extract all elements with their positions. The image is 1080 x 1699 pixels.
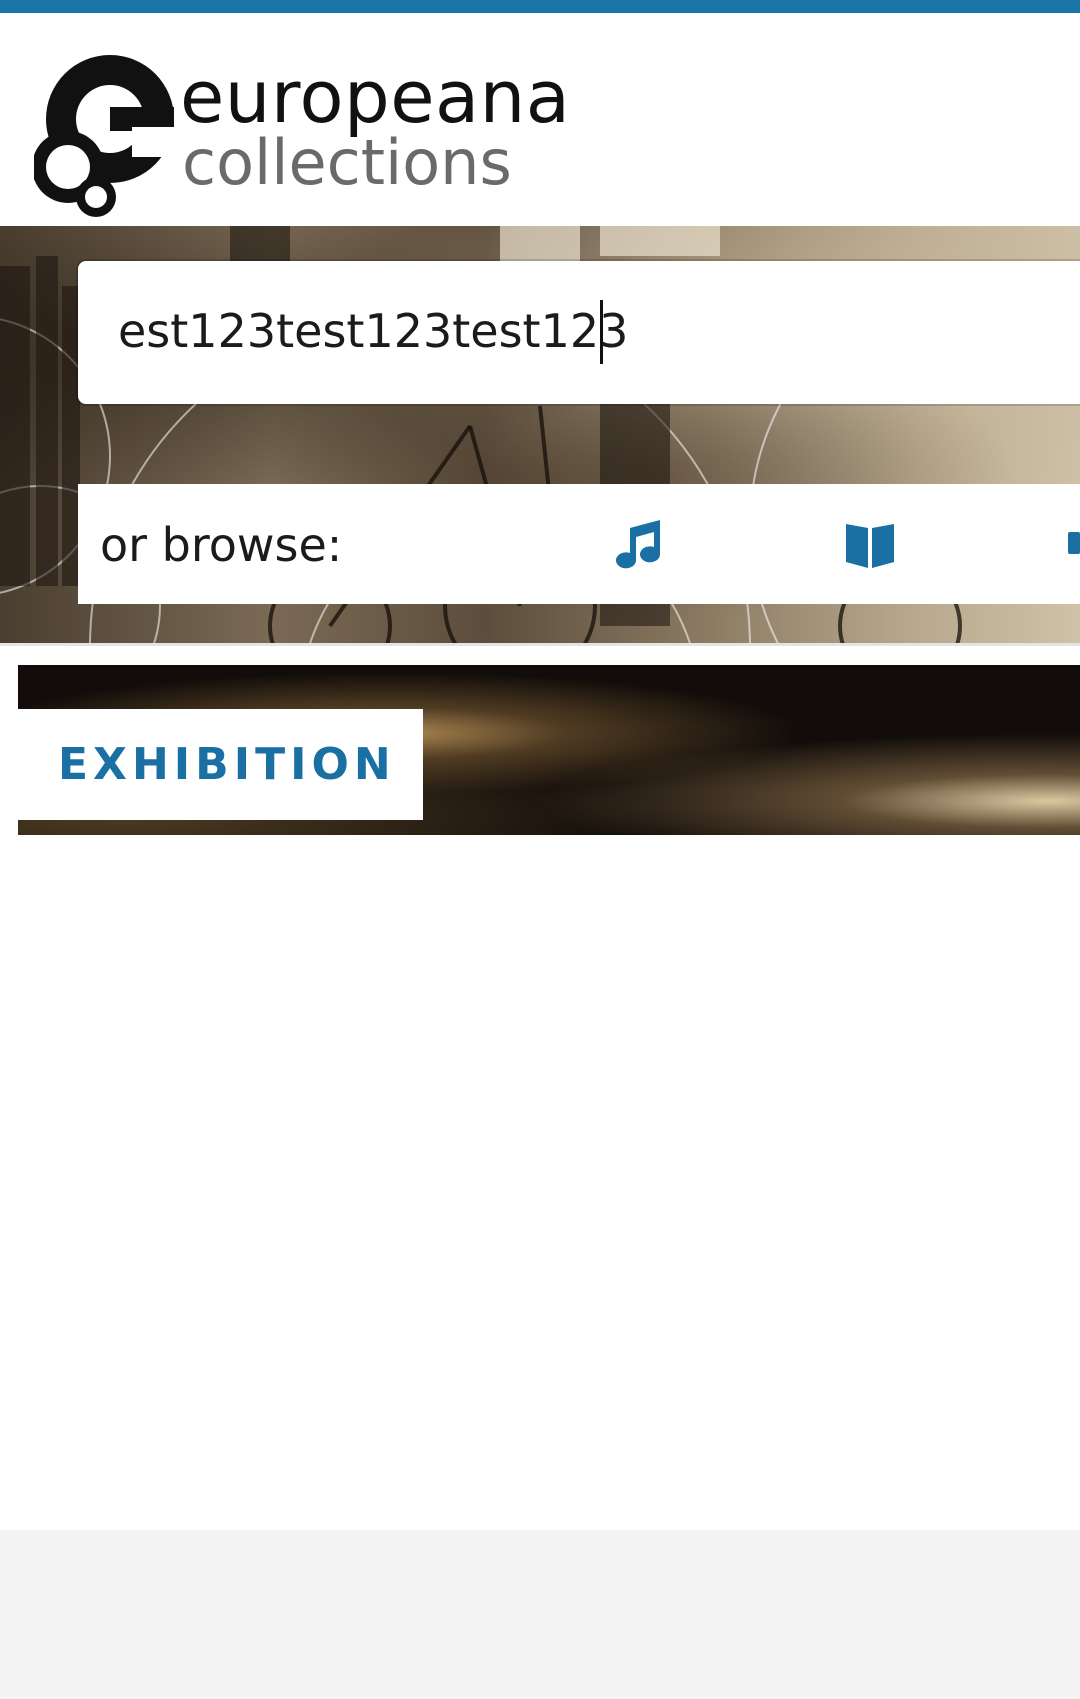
search-box[interactable] <box>78 261 1080 404</box>
section-divider <box>0 643 1080 646</box>
logo-subtitle[interactable]: collections <box>182 130 512 196</box>
top-accent-bar <box>0 0 1080 13</box>
browse-label: or browse: <box>100 518 343 572</box>
music-note-icon[interactable] <box>608 514 668 574</box>
open-book-icon[interactable] <box>840 514 900 574</box>
europeana-e-logo-icon[interactable] <box>34 49 174 217</box>
site-header: europeana collections <box>0 13 1080 226</box>
search-input[interactable] <box>118 289 1018 373</box>
text-caret <box>600 300 603 364</box>
page-footer <box>0 1530 1080 1699</box>
exhibition-tag: EXHIBITION <box>18 709 423 820</box>
hero-watermark-text: our <box>696 631 1029 643</box>
exhibition-card[interactable]: EXHIBITION <box>18 665 1080 835</box>
image-icon[interactable] <box>1062 514 1080 574</box>
exhibition-tag-label: EXHIBITION <box>58 739 396 790</box>
logo-wordmark[interactable]: europeana <box>180 59 570 135</box>
browse-bar: or browse: <box>78 484 1080 604</box>
